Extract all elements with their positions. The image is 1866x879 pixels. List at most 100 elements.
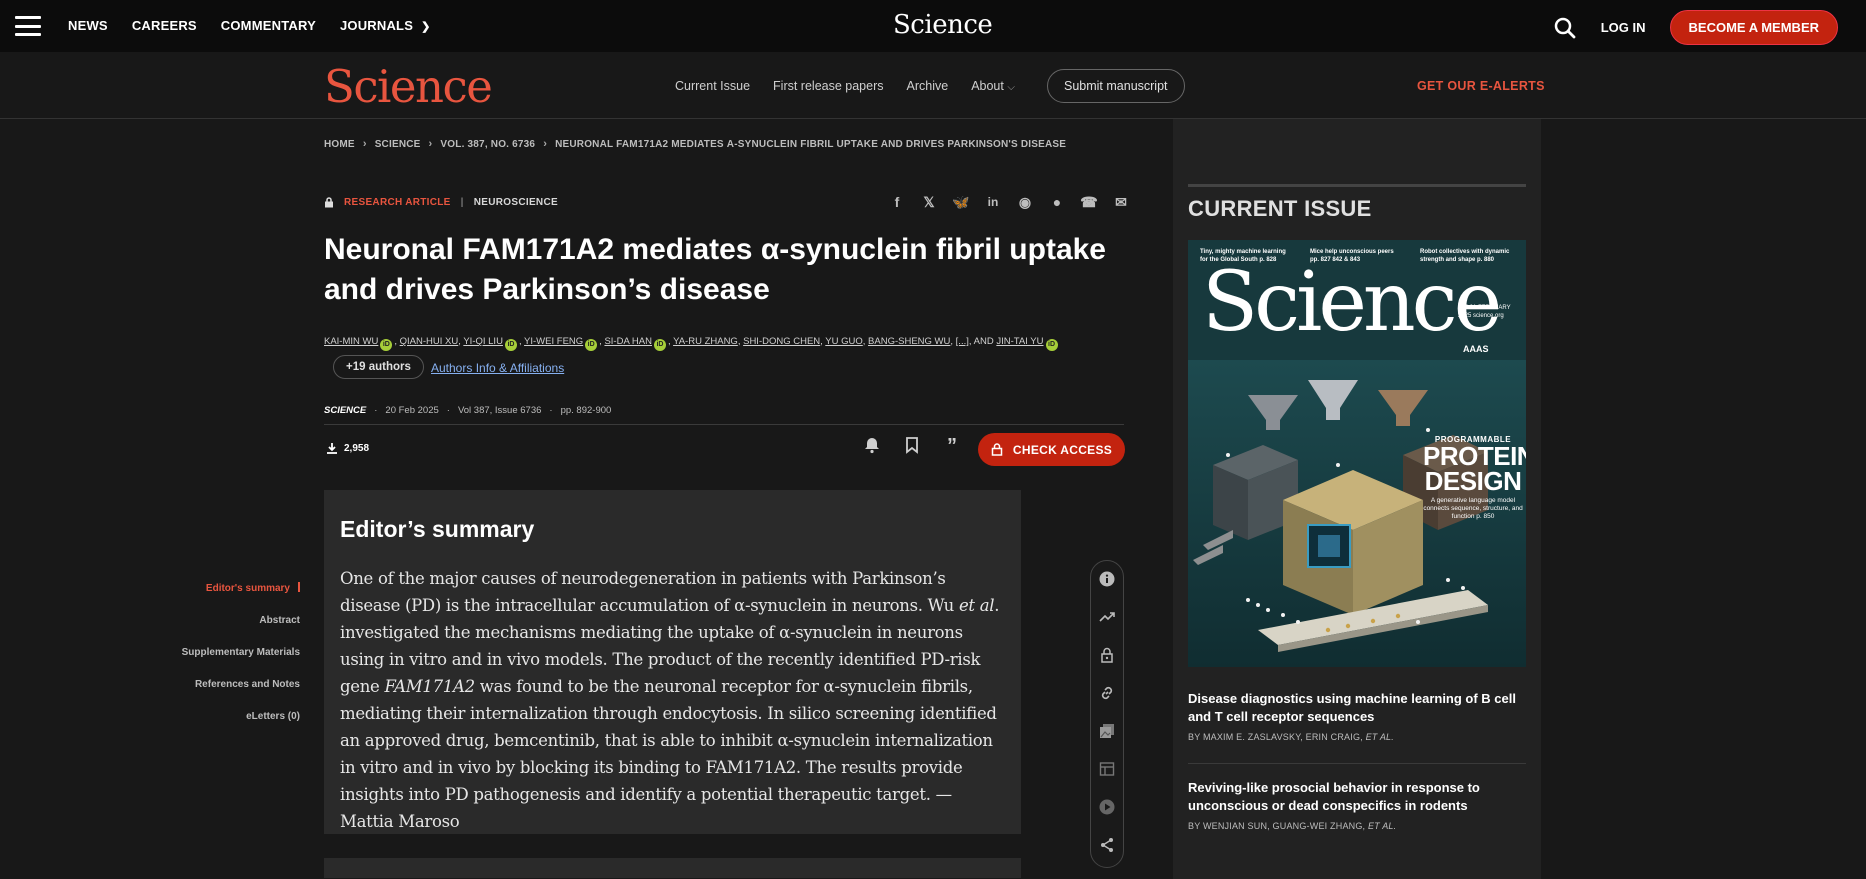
pages: pp. 892-900 — [560, 405, 612, 416]
breadcrumb-science[interactable]: SCIENCE — [375, 139, 421, 150]
email-icon[interactable]: ✉ — [1112, 193, 1130, 211]
journal-name: SCIENCE — [324, 405, 367, 416]
cite-icon[interactable]: ” — [942, 436, 962, 456]
article-meta: RESEARCH ARTICLE | NEUROSCIENCE — [324, 197, 558, 208]
facebook-icon[interactable]: f — [888, 193, 906, 211]
nav-first-release[interactable]: First release papers — [773, 79, 883, 93]
wechat-icon[interactable]: ● — [1048, 193, 1066, 211]
breadcrumb-home[interactable]: HOME — [324, 139, 355, 150]
orcid-icon[interactable]: iD — [653, 339, 666, 351]
author-link[interactable]: SHI-DONG CHEN — [743, 336, 820, 347]
become-member-button[interactable]: BECOME A MEMBER — [1669, 10, 1838, 45]
table-icon[interactable] — [1099, 761, 1115, 777]
author-link[interactable]: SI-DA HAN — [604, 336, 652, 347]
bell-icon[interactable] — [862, 436, 882, 456]
lock-icon[interactable] — [1099, 647, 1115, 663]
abstract-section — [324, 858, 1021, 878]
author-link[interactable]: YI-QI LIU — [463, 336, 503, 347]
author-link[interactable]: QIAN-HUI XU — [400, 336, 459, 347]
nav-journals[interactable]: JOURNALS ❯ — [340, 18, 431, 33]
publication-info: SCIENCE · 20 Feb 2025 · Vol 387, Issue 6… — [324, 405, 611, 416]
bookmark-icon[interactable] — [902, 436, 922, 456]
orcid-icon[interactable]: iD — [504, 339, 517, 351]
author-link[interactable]: BANG-SHENG WU — [868, 336, 950, 347]
check-access-button[interactable]: CHECK ACCESS — [978, 433, 1125, 466]
aaas-logo: AAAS — [1463, 344, 1489, 354]
bluesky-icon[interactable]: 🦋 — [952, 193, 970, 211]
summary-text-part: was found to be the neuronal receptor fo… — [340, 677, 997, 831]
divider — [324, 424, 1124, 425]
author-link[interactable]: KAI-MIN WU — [324, 336, 378, 347]
submit-manuscript-button[interactable]: Submit manuscript — [1047, 69, 1185, 103]
toc-editors-summary[interactable]: Editor's summary — [150, 573, 300, 605]
breadcrumb-current: NEURONAL FAM171A2 MEDIATES Α-SYNUCLEIN F… — [555, 138, 1067, 150]
trending-icon[interactable] — [1099, 609, 1115, 625]
reddit-icon[interactable]: ◉ — [1016, 193, 1034, 211]
orcid-icon[interactable]: iD — [380, 339, 393, 351]
expand-authors-link[interactable]: [...] — [956, 336, 969, 347]
toc-eletters[interactable]: eLetters (0) — [150, 701, 300, 733]
nav-current-issue[interactable]: Current Issue — [675, 79, 750, 93]
current-issue-heading: CURRENT ISSUE — [1188, 196, 1372, 221]
linkedin-icon[interactable]: in — [984, 193, 1002, 211]
sidebar-story: Disease diagnostics using machine learni… — [1188, 690, 1526, 742]
issue-cover[interactable]: Tiny, mighty machine learning for the Gl… — [1188, 240, 1526, 667]
author-link[interactable]: JIN-TAI YU — [996, 336, 1043, 347]
nav-about[interactable]: About ⌵ — [971, 79, 1015, 93]
info-icon[interactable] — [1099, 571, 1115, 587]
x-icon[interactable]: 𝕏 — [920, 193, 938, 211]
more-authors-button[interactable]: +19 authors — [333, 355, 424, 379]
nav-about-label: About — [971, 79, 1004, 93]
volume-issue[interactable]: Vol 387, Issue 6736 — [458, 405, 541, 416]
divider — [1188, 763, 1526, 764]
top-logo[interactable]: Science — [893, 10, 993, 40]
breadcrumb-volume[interactable]: VOL. 387, NO. 6736 — [440, 139, 535, 150]
download-count-value: 2,958 — [344, 442, 370, 454]
author-link[interactable]: YU GUO — [825, 336, 862, 347]
images-icon[interactable] — [1099, 723, 1115, 739]
search-icon[interactable] — [1553, 16, 1577, 40]
toc-supplementary[interactable]: Supplementary Materials — [150, 637, 300, 669]
author-link[interactable]: YA-RU ZHANG — [673, 336, 738, 347]
story-etal: ET AL. — [1365, 732, 1394, 742]
divider — [1188, 184, 1526, 187]
story-authors: BY WENJIAN SUN, GUANG-WEI ZHANG, — [1188, 821, 1366, 831]
lock-icon — [324, 197, 334, 208]
global-topbar: NEWS CAREERS COMMENTARY JOURNALS ❯ Scienc… — [0, 0, 1866, 52]
cover-feature-desc: A generative language model connects seq… — [1423, 497, 1523, 520]
orcid-icon[interactable]: iD — [585, 339, 598, 351]
article-type[interactable]: RESEARCH ARTICLE — [344, 197, 451, 208]
orcid-icon[interactable]: iD — [1045, 339, 1058, 351]
nav-careers[interactable]: CAREERS — [132, 18, 197, 33]
authors-and: AND — [973, 336, 994, 347]
breadcrumb: HOME › SCIENCE › VOL. 387, NO. 6736 › NE… — [324, 138, 1066, 150]
author-link[interactable]: YI-WEI FENG — [524, 336, 583, 347]
play-icon[interactable] — [1099, 799, 1115, 815]
nav-archive[interactable]: Archive — [907, 79, 949, 93]
share-icon[interactable] — [1099, 837, 1115, 853]
cover-title: Science — [1202, 255, 1502, 350]
story-title[interactable]: Reviving-like prosocial behavior in resp… — [1188, 779, 1526, 815]
toc-references[interactable]: References and Notes — [150, 669, 300, 701]
story-authors: BY MAXIM E. ZASLAVSKY, ERIN CRAIG, — [1188, 732, 1363, 742]
nav-commentary[interactable]: COMMENTARY — [221, 18, 316, 33]
dot-separator: · — [374, 405, 378, 416]
login-link[interactable]: LOG IN — [1601, 20, 1646, 35]
menu-icon[interactable] — [15, 16, 41, 36]
affiliations-link[interactable]: Authors Info & Affiliations — [431, 361, 564, 375]
global-nav: NEWS CAREERS COMMENTARY JOURNALS ❯ — [68, 18, 430, 33]
chevron-right-icon: › — [428, 138, 433, 150]
article-toc: Editor's summary Abstract Supplementary … — [150, 573, 300, 733]
toc-abstract[interactable]: Abstract — [150, 605, 300, 637]
story-title[interactable]: Disease diagnostics using machine learni… — [1188, 690, 1526, 726]
nav-news[interactable]: NEWS — [68, 18, 108, 33]
article-actions: ” — [862, 436, 962, 456]
e-alerts-link[interactable]: GET OUR E-ALERTS — [1417, 79, 1545, 93]
download-count: 2,958 — [326, 442, 369, 454]
chevron-right-icon: › — [543, 138, 548, 150]
whatsapp-icon[interactable]: ☎ — [1080, 193, 1098, 211]
journal-logo[interactable]: Science — [324, 60, 493, 113]
article-field[interactable]: NEUROSCIENCE — [474, 197, 558, 208]
editors-summary: Editor’s summary One of the major causes… — [324, 490, 1021, 834]
link-icon[interactable] — [1099, 685, 1115, 701]
